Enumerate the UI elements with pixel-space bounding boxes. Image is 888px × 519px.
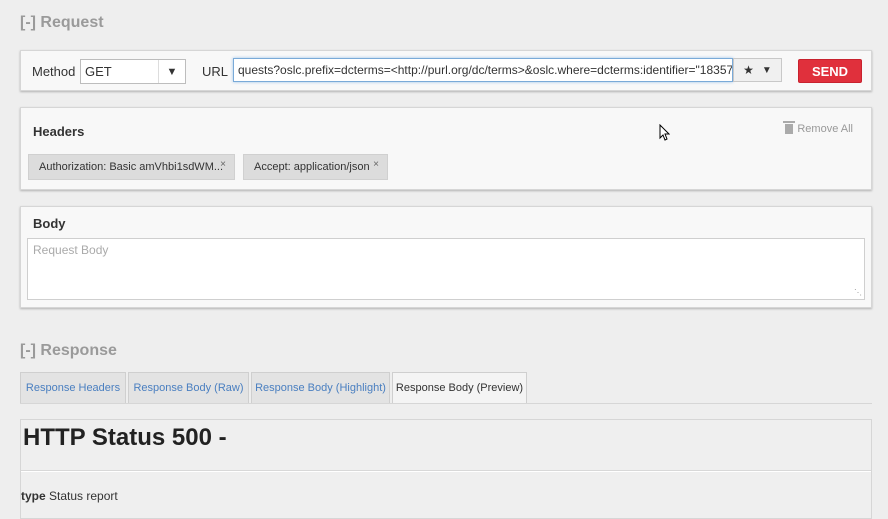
response-section-title[interactable]: [-] Response: [20, 342, 117, 360]
preview-type-value: Status report: [49, 489, 118, 503]
url-label: URL: [202, 64, 229, 79]
tab-response-body-raw[interactable]: Response Body (Raw): [128, 372, 249, 404]
remove-all-label: Remove All: [797, 123, 853, 135]
method-value: GET: [85, 64, 112, 79]
method-select[interactable]: GET ▼: [80, 59, 186, 84]
close-icon[interactable]: ×: [220, 159, 226, 170]
request-body-textarea[interactable]: Request Body ⋱: [27, 238, 865, 300]
headers-title: Headers: [33, 124, 85, 139]
preview-divider: [21, 470, 871, 472]
header-chip-accept[interactable]: Accept: application/json ×: [243, 154, 388, 180]
url-input[interactable]: quests?oslc.prefix=dcterms=<http://purl.…: [233, 58, 733, 82]
trash-icon: [783, 121, 796, 134]
chevron-down-icon: ▼: [761, 64, 772, 76]
preview-type-label: type: [21, 489, 46, 503]
favorites-dropdown-button[interactable]: ★ ▼: [733, 58, 782, 82]
body-title: Body: [33, 216, 66, 231]
tab-response-headers[interactable]: Response Headers: [20, 372, 126, 404]
request-body-placeholder: Request Body: [33, 243, 109, 257]
close-icon[interactable]: ×: [373, 159, 379, 170]
tab-divider: [20, 403, 872, 404]
request-section-title[interactable]: [-] Request: [20, 14, 104, 32]
remove-all-button[interactable]: Remove All: [783, 121, 853, 135]
preview-type-line: type Status report: [21, 489, 118, 503]
preview-heading: HTTP Status 500 -: [23, 424, 227, 451]
method-label: Method: [32, 64, 76, 79]
send-button[interactable]: SEND: [798, 59, 862, 83]
header-chip-authorization[interactable]: Authorization: Basic amVhbi1sdWM... ×: [28, 154, 235, 180]
star-icon: ★: [743, 63, 754, 77]
header-chip-label: Accept: application/json: [254, 161, 370, 173]
headers-panel: Headers Remove All Authorization: Basic …: [20, 107, 872, 190]
body-panel: Body Request Body ⋱: [20, 206, 872, 308]
response-preview: HTTP Status 500 - type Status report: [20, 419, 872, 519]
resize-handle-icon[interactable]: ⋱: [854, 288, 862, 297]
request-bar: Method GET ▼ URL quests?oslc.prefix=dcte…: [20, 50, 872, 91]
tab-response-body-highlight[interactable]: Response Body (Highlight): [251, 372, 390, 404]
tab-response-body-preview[interactable]: Response Body (Preview): [392, 372, 527, 404]
header-chip-label: Authorization: Basic amVhbi1sdWM...: [39, 161, 224, 173]
mouse-cursor-icon: [659, 124, 670, 141]
chevron-down-icon: ▼: [158, 60, 185, 83]
